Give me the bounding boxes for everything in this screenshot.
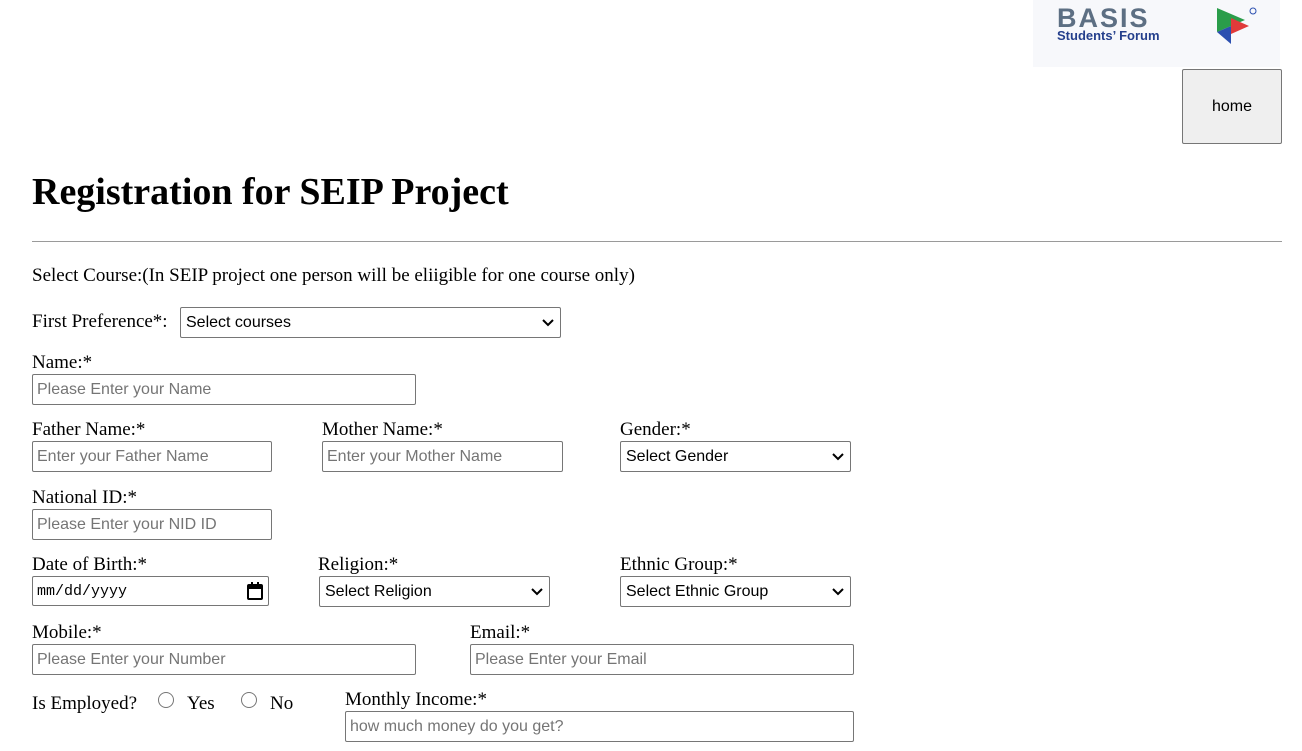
employed-yes-label: Yes (187, 693, 215, 714)
first-preference-label: First Preference*: (32, 311, 168, 332)
name-label: Name:* (32, 352, 93, 373)
mobile-field[interactable] (32, 644, 416, 675)
mother-name-label: Mother Name:* (322, 419, 443, 440)
ethnic-group-label: Ethnic Group:* (620, 554, 738, 575)
page-title: Registration for SEIP Project (32, 171, 509, 213)
gender-label: Gender:* (620, 419, 691, 440)
email-label: Email:* (470, 622, 531, 643)
national-id-label: National ID:* (32, 487, 138, 508)
email-field[interactable] (470, 644, 854, 675)
religion-select[interactable]: Select Religion (319, 576, 550, 607)
employed-no-label: No (270, 693, 294, 714)
religion-label: Religion:* (318, 554, 399, 575)
dob-field[interactable]: mm/dd/yyyy (32, 576, 269, 606)
first-preference-value: Select courses (186, 313, 291, 331)
chevron-down-icon (542, 319, 554, 327)
first-preference-select[interactable]: Select courses (180, 307, 561, 338)
flag-icon (1217, 7, 1257, 44)
mobile-label: Mobile:* (32, 622, 102, 643)
home-button[interactable]: home (1182, 69, 1282, 144)
mother-name-field[interactable] (322, 441, 563, 472)
father-name-field[interactable] (32, 441, 272, 472)
gender-select[interactable]: Select Gender (620, 441, 851, 472)
chevron-down-icon (832, 588, 844, 596)
dob-label: Date of Birth:* (32, 554, 148, 575)
employed-no-radio[interactable] (241, 692, 257, 708)
chevron-down-icon (531, 588, 543, 596)
basis-logo: BASIS Students’ Forum (1033, 0, 1280, 67)
ethnic-group-value: Select Ethnic Group (626, 582, 769, 600)
monthly-income-field[interactable] (345, 711, 854, 742)
ethnic-group-select[interactable]: Select Ethnic Group (620, 576, 851, 607)
calendar-icon[interactable] (247, 582, 263, 600)
monthly-income-label: Monthly Income:* (345, 689, 487, 710)
course-note: Select Course:(In SEIP project one perso… (32, 265, 635, 286)
name-field[interactable] (32, 374, 416, 405)
divider (32, 241, 1282, 242)
dob-value: mm/dd/yyyy (37, 582, 128, 600)
logo-subtitle: Students’ Forum (1057, 28, 1160, 43)
employed-label: Is Employed? (32, 693, 138, 714)
employed-yes-radio[interactable] (158, 692, 174, 708)
chevron-down-icon (832, 453, 844, 461)
gender-value: Select Gender (626, 447, 729, 465)
national-id-field[interactable] (32, 509, 272, 540)
father-name-label: Father Name:* (32, 419, 146, 440)
religion-value: Select Religion (325, 582, 432, 600)
